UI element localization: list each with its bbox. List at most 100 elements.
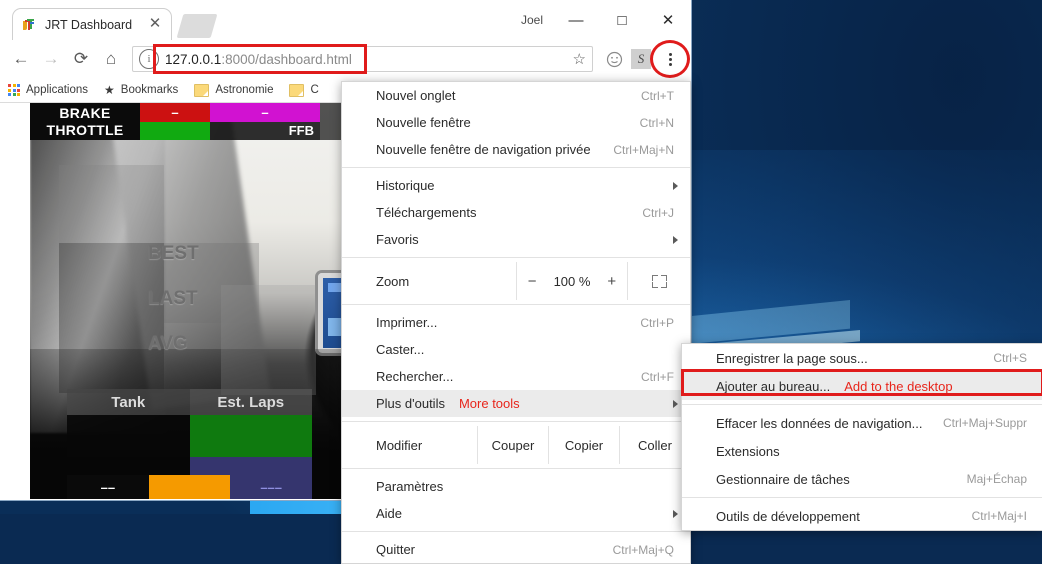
menu-item-label: Caster... bbox=[376, 342, 425, 357]
paste-button[interactable]: Coller bbox=[619, 426, 690, 464]
menu-item-plus-doutils[interactable]: Plus d'outils More tools bbox=[342, 390, 690, 417]
bookmark-applications[interactable]: Applications bbox=[8, 84, 88, 96]
menu-item-label: Paramètres bbox=[376, 479, 444, 494]
menu-item-label: Effacer les données de navigation... bbox=[716, 415, 923, 431]
menu-item-rechercher[interactable]: Rechercher... Ctrl+F bbox=[342, 363, 690, 390]
browser-toolbar: ← → ⟳ ⌂ i 127.0.0.1:8000/dashboard.html … bbox=[0, 40, 691, 78]
address-bar[interactable]: i 127.0.0.1:8000/dashboard.html ☆ bbox=[132, 46, 593, 72]
menu-item-label: Nouvelle fenêtre de navigation privée bbox=[376, 142, 591, 157]
ffb-label: FFB bbox=[210, 121, 320, 140]
minimize-button[interactable]: — bbox=[553, 0, 599, 40]
maximize-button[interactable]: □ bbox=[599, 0, 645, 40]
bookmark-label: C bbox=[310, 84, 319, 96]
menu-item-accelerator: Ctrl+N bbox=[639, 115, 674, 130]
submenu-item-effacer-donnees[interactable]: Effacer les données de navigation... Ctr… bbox=[682, 409, 1042, 437]
submenu-item-gestionnaire-taches[interactable]: Gestionnaire de tâches Maj+Échap bbox=[682, 465, 1042, 493]
bookmark-bookmarks[interactable]: ★ Bookmarks bbox=[104, 83, 178, 97]
reload-button[interactable]: ⟳ bbox=[66, 44, 96, 74]
forward-button[interactable]: → bbox=[36, 44, 66, 74]
menu-separator bbox=[342, 167, 690, 168]
menu-item-label: Ajouter au bureau... bbox=[716, 378, 831, 394]
brake-value: – bbox=[140, 103, 210, 122]
menu-item-nouvelle-fenetre[interactable]: Nouvelle fenêtre Ctrl+N bbox=[342, 109, 690, 136]
lap-label-avg: AVG bbox=[148, 333, 188, 354]
menu-item-caster[interactable]: Caster... bbox=[342, 336, 690, 363]
chevron-right-icon bbox=[673, 399, 678, 408]
menu-item-quitter[interactable]: Quitter Ctrl+Maj+Q bbox=[342, 536, 690, 563]
chevron-right-icon bbox=[673, 235, 678, 244]
menu-separator bbox=[342, 304, 690, 305]
fullscreen-button[interactable] bbox=[628, 262, 690, 300]
extension-icon-label: S bbox=[631, 49, 651, 69]
bookmark-astronomie[interactable]: Astronomie bbox=[194, 83, 273, 97]
menu-item-telechargements[interactable]: Téléchargements Ctrl+J bbox=[342, 199, 690, 226]
menu-item-imprimer[interactable]: Imprimer... Ctrl+P bbox=[342, 309, 690, 336]
user-account-chip[interactable]: Joel bbox=[511, 0, 553, 40]
menu-highlight-circle bbox=[650, 40, 690, 78]
chevron-right-icon bbox=[673, 181, 678, 190]
menu-item-label: Rechercher... bbox=[376, 369, 454, 384]
close-button[interactable]: ✕ bbox=[645, 0, 691, 40]
menu-separator bbox=[342, 468, 690, 469]
menu-item-label: Enregistrer la page sous... bbox=[716, 350, 868, 366]
est-laps-header: Est. Laps bbox=[189, 389, 312, 415]
window-controls: Joel — □ ✕ bbox=[511, 0, 691, 40]
back-button[interactable]: ← bbox=[6, 44, 36, 74]
overlay-block-4 bbox=[221, 285, 316, 395]
site-info-icon[interactable]: i bbox=[139, 49, 159, 69]
menu-item-label: Téléchargements bbox=[376, 205, 477, 220]
menu-item-parametres[interactable]: Paramètres bbox=[342, 473, 690, 500]
home-button[interactable]: ⌂ bbox=[96, 44, 126, 74]
throttle-value bbox=[140, 121, 210, 140]
submenu-item-enregistrer-page[interactable]: Enregistrer la page sous... Ctrl+S bbox=[682, 344, 1042, 372]
bookmark-c[interactable]: C bbox=[289, 83, 319, 97]
menu-item-historique[interactable]: Historique bbox=[342, 172, 690, 199]
new-tab-button[interactable] bbox=[176, 14, 218, 38]
zoom-level-value: 100 % bbox=[553, 273, 591, 289]
menu-item-accelerator: Ctrl+Maj+Suppr bbox=[942, 416, 1027, 430]
submenu-item-ajouter-au-bureau[interactable]: Ajouter au bureau... Add to the desktop bbox=[681, 369, 1042, 400]
copy-button[interactable]: Copier bbox=[548, 426, 619, 464]
chrome-main-menu: Nouvel onglet Ctrl+T Nouvelle fenêtre Ct… bbox=[341, 81, 691, 564]
menu-item-favoris[interactable]: Favoris bbox=[342, 226, 690, 253]
three-dot-menu-icon[interactable] bbox=[650, 40, 690, 78]
edit-label: Modifier bbox=[376, 437, 423, 453]
menu-item-annotation: Add to the desktop bbox=[844, 378, 953, 394]
fuel-panel-headers: Tank Est. Laps bbox=[67, 389, 312, 415]
submenu-item-extensions[interactable]: Extensions bbox=[682, 437, 1042, 465]
menu-item-label: Extensions bbox=[716, 443, 780, 459]
zoom-out-button[interactable]: − bbox=[523, 273, 541, 290]
menu-item-label: Imprimer... bbox=[376, 315, 438, 330]
menu-item-label: Nouvelle fenêtre bbox=[376, 115, 471, 130]
tab-close-icon[interactable]: ✕ bbox=[147, 16, 163, 32]
tab-title: JRT Dashboard bbox=[45, 17, 133, 32]
brake-throttle-bars: – bbox=[140, 103, 210, 140]
menu-item-navigation-privee[interactable]: Nouvelle fenêtre de navigation privée Ct… bbox=[342, 136, 690, 163]
star-icon: ★ bbox=[104, 83, 115, 97]
url-text: 127.0.0.1:8000/dashboard.html bbox=[165, 52, 352, 67]
menu-item-accelerator: Ctrl+T bbox=[641, 88, 674, 103]
cut-button[interactable]: Couper bbox=[477, 426, 548, 464]
tank-gauge-fill bbox=[148, 475, 231, 499]
menu-item-accelerator: Ctrl+Maj+N bbox=[613, 142, 674, 157]
menu-item-annotation: More tools bbox=[458, 396, 520, 411]
menu-separator bbox=[342, 531, 690, 532]
jrt-logo-icon bbox=[21, 17, 37, 33]
lap-time-labels: BEST LAST AVG bbox=[148, 231, 199, 366]
menu-item-accelerator: Maj+Échap bbox=[966, 472, 1027, 486]
menu-separator bbox=[682, 497, 1042, 498]
menu-item-label: Plus d'outils bbox=[376, 396, 445, 411]
submenu-item-outils-developpement[interactable]: Outils de développement Ctrl+Maj+I bbox=[682, 502, 1042, 530]
ffb-group: – FFB bbox=[210, 103, 320, 140]
zoom-controls: − 100 % + bbox=[516, 262, 628, 300]
menu-item-nouvel-onglet[interactable]: Nouvel onglet Ctrl+T bbox=[342, 82, 690, 109]
folder-icon bbox=[289, 83, 305, 97]
browser-titlebar: JRT Dashboard ✕ Joel — □ ✕ bbox=[0, 0, 691, 40]
tab-jrt-dashboard[interactable]: JRT Dashboard ✕ bbox=[12, 8, 172, 40]
brake-label: BRAKE bbox=[59, 104, 111, 121]
bookmark-star-icon[interactable]: ☆ bbox=[573, 50, 586, 68]
brake-throttle-labels: BRAKE THROTTLE bbox=[30, 103, 140, 140]
menu-item-label: Outils de développement bbox=[716, 508, 860, 524]
smiley-icon[interactable] bbox=[602, 47, 626, 71]
zoom-in-button[interactable]: + bbox=[603, 273, 621, 290]
